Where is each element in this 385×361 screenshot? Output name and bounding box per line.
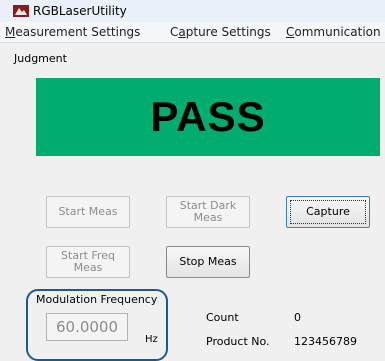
menu-communication-settings[interactable]: Communication S	[286, 25, 385, 39]
start-meas-button[interactable]: Start Meas	[46, 196, 130, 228]
product-no-label: Product No.	[206, 335, 270, 348]
modulation-frequency-field[interactable]: 60.0000	[46, 313, 128, 341]
count-label: Count	[206, 311, 239, 324]
capture-button[interactable]: Capture	[286, 196, 370, 228]
judgment-label: Judgment	[14, 52, 67, 65]
judgment-result-panel: PASS	[36, 78, 380, 156]
menu-capture-settings[interactable]: Capture Settings	[170, 25, 271, 39]
stop-meas-button[interactable]: Stop Meas	[166, 246, 250, 278]
app-icon	[13, 5, 29, 17]
modulation-frequency-unit: Hz	[145, 334, 158, 345]
title-bar: RGBLaserUtility	[0, 0, 385, 23]
window-title: RGBLaserUtility	[33, 4, 127, 18]
judgment-result-text: PASS	[150, 93, 266, 140]
modulation-frequency-label: Modulation Frequency	[36, 293, 158, 306]
focus-ring	[290, 200, 366, 224]
start-dark-meas-button[interactable]: Start Dark Meas	[166, 196, 250, 228]
product-no-value: 123456789	[294, 335, 357, 348]
menu-bar: Measurement Settings Capture Settings Co…	[0, 22, 385, 43]
menu-measurement-settings[interactable]: Measurement Settings	[5, 25, 140, 39]
start-freq-meas-button[interactable]: Start Freq Meas	[46, 246, 130, 278]
count-value: 0	[294, 311, 301, 324]
